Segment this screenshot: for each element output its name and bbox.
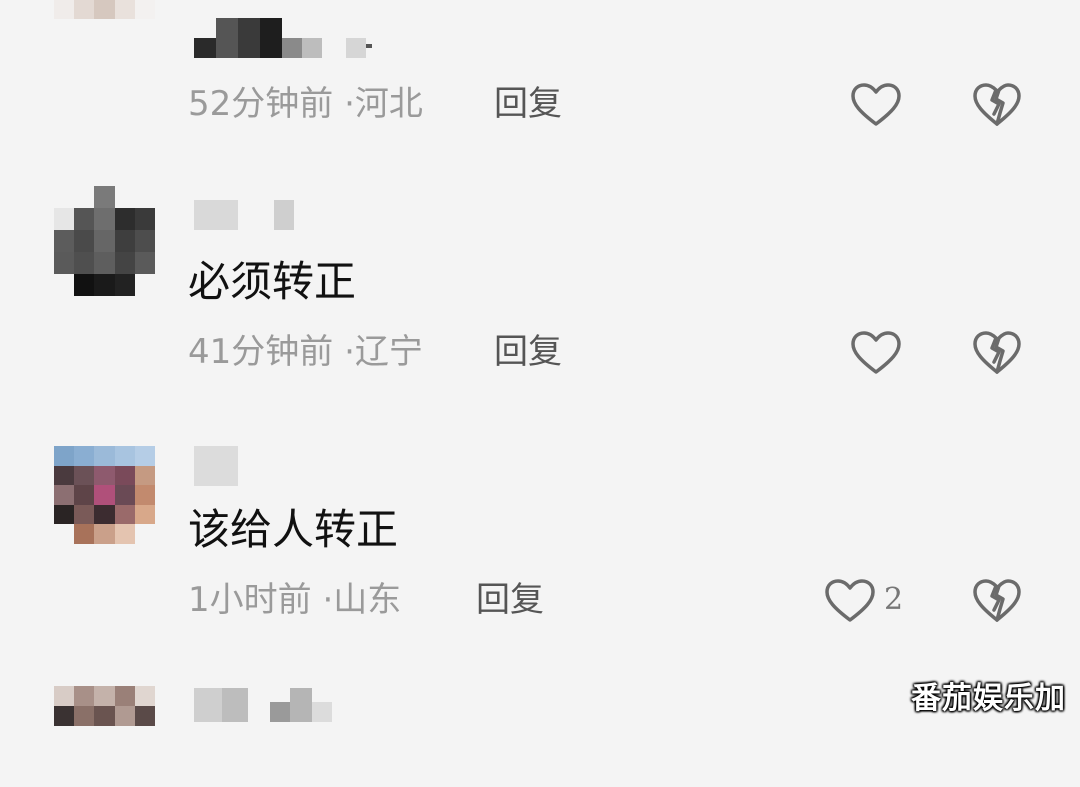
like-button[interactable]: [824, 578, 876, 624]
avatar[interactable]: [54, 186, 155, 296]
watermark-text: 番茄娱乐加: [911, 681, 1066, 716]
comment-time: 52分钟前: [188, 84, 334, 124]
reply-button[interactable]: 回复: [494, 84, 562, 124]
comment-meta: 1小时前 ·山东: [188, 580, 401, 620]
comment-time: 41分钟前: [188, 332, 334, 372]
like-button[interactable]: [850, 330, 902, 376]
comment-text: 必须转正: [188, 257, 357, 306]
comment-location: 辽宁: [354, 332, 423, 372]
comment-meta: 41分钟前 ·辽宁: [188, 332, 423, 372]
like-button[interactable]: [850, 82, 902, 128]
avatar[interactable]: [54, 686, 155, 787]
meta-separator: ·: [344, 84, 355, 124]
comment-location: 山东: [333, 580, 402, 620]
comment-meta: 52分钟前 ·河北: [188, 84, 423, 124]
heart-outline-icon: [851, 331, 901, 374]
meta-separator: ·: [344, 332, 355, 372]
avatar[interactable]: [54, 0, 155, 39]
like-count: 2: [884, 582, 904, 617]
broken-heart-icon: [973, 331, 1021, 374]
reply-button[interactable]: 回复: [476, 580, 544, 620]
heart-outline-icon: [825, 579, 875, 622]
username-blurred[interactable]: [194, 200, 294, 230]
comment-time: 1小时前: [188, 580, 312, 620]
username-blurred[interactable]: [194, 446, 238, 486]
dislike-button[interactable]: [972, 578, 1022, 624]
reply-button[interactable]: 回复: [494, 332, 562, 372]
comment-location: 河北: [354, 84, 423, 124]
broken-heart-icon: [973, 579, 1021, 622]
heart-outline-icon: [851, 83, 901, 126]
dislike-button[interactable]: [972, 330, 1022, 376]
dislike-button[interactable]: [972, 82, 1022, 128]
username-blurred[interactable]: [194, 688, 332, 722]
comment-text: 该给人转正: [188, 505, 399, 554]
avatar[interactable]: [54, 446, 155, 544]
meta-separator: ·: [322, 580, 334, 620]
username-blurred[interactable]: [194, 18, 372, 58]
broken-heart-icon: [973, 83, 1021, 126]
